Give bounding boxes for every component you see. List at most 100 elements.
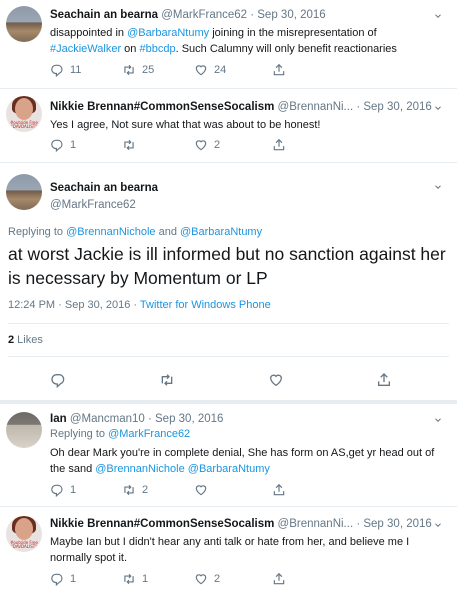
reply-button[interactable]: 1 <box>50 137 76 153</box>
tweet-header: Ian @Mancman10 · Sep 30, 2016 <box>50 413 223 425</box>
text-segment: disappointed in <box>50 27 128 39</box>
divider <box>8 323 449 324</box>
focused-tweet-actions <box>0 372 457 390</box>
author-handle[interactable]: @BrennanNi... · Sep 30, 2016 <box>278 101 432 113</box>
author-name[interactable]: Seachain an bearna <box>50 9 158 21</box>
reply-icon <box>50 483 64 497</box>
avatar[interactable] <box>6 6 42 42</box>
retweet-button[interactable]: 2 <box>122 482 148 498</box>
share-button[interactable] <box>272 571 292 587</box>
timestamp-text[interactable]: 12:24 PM · Sep 30, 2016 · <box>8 299 140 311</box>
chevron-down-icon[interactable] <box>433 182 443 192</box>
tweet-header: Seachain an bearna @MarkFrance62 · Sep 3… <box>50 9 326 21</box>
share-button[interactable] <box>272 137 292 153</box>
like-count: 2 <box>214 573 221 585</box>
retweet-count: 1 <box>142 573 149 585</box>
divider <box>0 88 457 89</box>
mention-link[interactable]: @BrennanNichole <box>66 226 155 238</box>
tweet[interactable]: Ian @Mancman10 · Sep 30, 2016 Replying t… <box>0 404 457 504</box>
mention-link[interactable]: @BarbaraNtumy <box>180 226 262 238</box>
chevron-down-icon[interactable] <box>433 11 443 21</box>
replying-and: and <box>155 226 181 238</box>
reply-button[interactable]: 1 <box>50 571 76 587</box>
avatar[interactable] <box>6 412 42 448</box>
author-handle[interactable]: @MarkFrance62 · Sep 30, 2016 <box>161 9 325 21</box>
share-icon <box>272 572 286 586</box>
tweet[interactable]: #outside Free "DAVDALIST" Nikkie Brennan… <box>0 90 457 160</box>
mention-link[interactable]: @BarbaraNtumy <box>127 27 209 39</box>
share-button[interactable] <box>272 482 292 498</box>
heart-icon <box>268 372 284 388</box>
like-button[interactable]: 2 <box>194 137 220 153</box>
author-handle[interactable]: @Mancman10 · Sep 30, 2016 <box>70 413 224 425</box>
retweet-icon <box>122 63 136 77</box>
mention-link[interactable]: @BarbaraNtumy <box>188 463 270 475</box>
reply-button[interactable]: 11 <box>50 62 81 78</box>
reply-count: 1 <box>70 139 77 151</box>
text-segment: on <box>121 43 140 55</box>
author-name[interactable]: Nikkie Brennan#CommonSenseSocalism <box>50 101 274 113</box>
heart-icon <box>194 483 208 497</box>
tweet-header: Nikkie Brennan#CommonSenseSocalism @Bren… <box>50 101 432 113</box>
tweet-text: Oh dear Mark you're in complete denial, … <box>50 445 440 477</box>
retweet-icon <box>122 138 136 152</box>
retweet-button[interactable]: 1 <box>122 571 148 587</box>
tweet-text: disappointed in @BarbaraNtumy joining in… <box>50 25 440 57</box>
share-icon <box>272 483 286 497</box>
hashtag-link[interactable]: #bbcdp <box>139 43 175 55</box>
retweet-icon <box>122 483 136 497</box>
replying-prefix: Replying to <box>8 226 67 238</box>
author-handle[interactable]: @MarkFrance62 <box>50 199 136 211</box>
likes-summary[interactable]: 2 Likes <box>8 334 43 346</box>
share-icon <box>376 372 392 388</box>
like-count: 2 <box>214 139 221 151</box>
reply-count: 11 <box>70 64 82 76</box>
like-button[interactable]: 2 <box>194 571 220 587</box>
avatar[interactable]: #outside Free "DAVDALIST" <box>6 96 42 132</box>
author-name[interactable]: Seachain an bearna <box>50 182 158 194</box>
replying-to: Replying to @BrennanNichole and @Barbara… <box>8 226 262 238</box>
chevron-down-icon[interactable] <box>433 415 443 425</box>
tweet-text: Maybe Ian but I didn't hear any anti tal… <box>50 536 410 564</box>
heart-icon <box>194 138 208 152</box>
retweet-count: 2 <box>142 484 149 496</box>
reply-icon <box>50 572 64 586</box>
reply-icon <box>50 372 66 388</box>
author-handle[interactable]: @BrennanNi... · Sep 30, 2016 <box>278 518 432 530</box>
replying-prefix: Replying to <box>50 428 109 440</box>
avatar[interactable]: #outside Free "DAVDALIST" <box>6 516 42 552</box>
like-button[interactable] <box>194 482 214 498</box>
mention-link[interactable]: @BrennanNichole <box>95 463 184 475</box>
share-button[interactable] <box>376 372 392 388</box>
mention-link[interactable]: @MarkFrance62 <box>108 428 190 440</box>
retweet-count: 25 <box>142 64 155 76</box>
tweet[interactable]: #outside Free "DAVDALIST" Nikkie Brennan… <box>0 508 457 590</box>
retweet-button[interactable] <box>159 372 175 388</box>
like-button[interactable] <box>268 372 284 388</box>
tweet-text: Yes I agree, Not sure what that was abou… <box>50 119 321 131</box>
tweet[interactable]: Seachain an bearna @MarkFrance62 · Sep 3… <box>0 0 457 90</box>
avatar-caption: #outside Free "DAVDALIST" <box>10 120 38 129</box>
author-name[interactable]: Ian <box>50 413 67 425</box>
text-segment: joining in the misrepresentation of <box>209 27 377 39</box>
retweet-button[interactable] <box>122 137 142 153</box>
share-icon <box>272 63 286 77</box>
likes-label: Likes <box>14 334 43 346</box>
chevron-down-icon[interactable] <box>433 103 443 113</box>
author-name[interactable]: Nikkie Brennan#CommonSenseSocalism <box>50 518 274 530</box>
replying-to: Replying to @MarkFrance62 <box>50 428 190 440</box>
reply-button[interactable] <box>50 372 66 388</box>
divider <box>8 356 449 357</box>
avatar[interactable] <box>6 174 42 210</box>
tweet-timestamp: 12:24 PM · Sep 30, 2016 · Twitter for Wi… <box>8 299 271 311</box>
retweet-button[interactable]: 25 <box>122 62 154 78</box>
chevron-down-icon[interactable] <box>433 520 443 530</box>
source-link[interactable]: Twitter for Windows Phone <box>140 299 271 311</box>
share-button[interactable] <box>272 62 292 78</box>
like-button[interactable]: 24 <box>194 62 226 78</box>
reply-count: 1 <box>70 484 77 496</box>
like-count: 24 <box>214 64 227 76</box>
reply-icon <box>50 63 64 77</box>
reply-button[interactable]: 1 <box>50 482 76 498</box>
hashtag-link[interactable]: #JackieWalker <box>50 43 121 55</box>
